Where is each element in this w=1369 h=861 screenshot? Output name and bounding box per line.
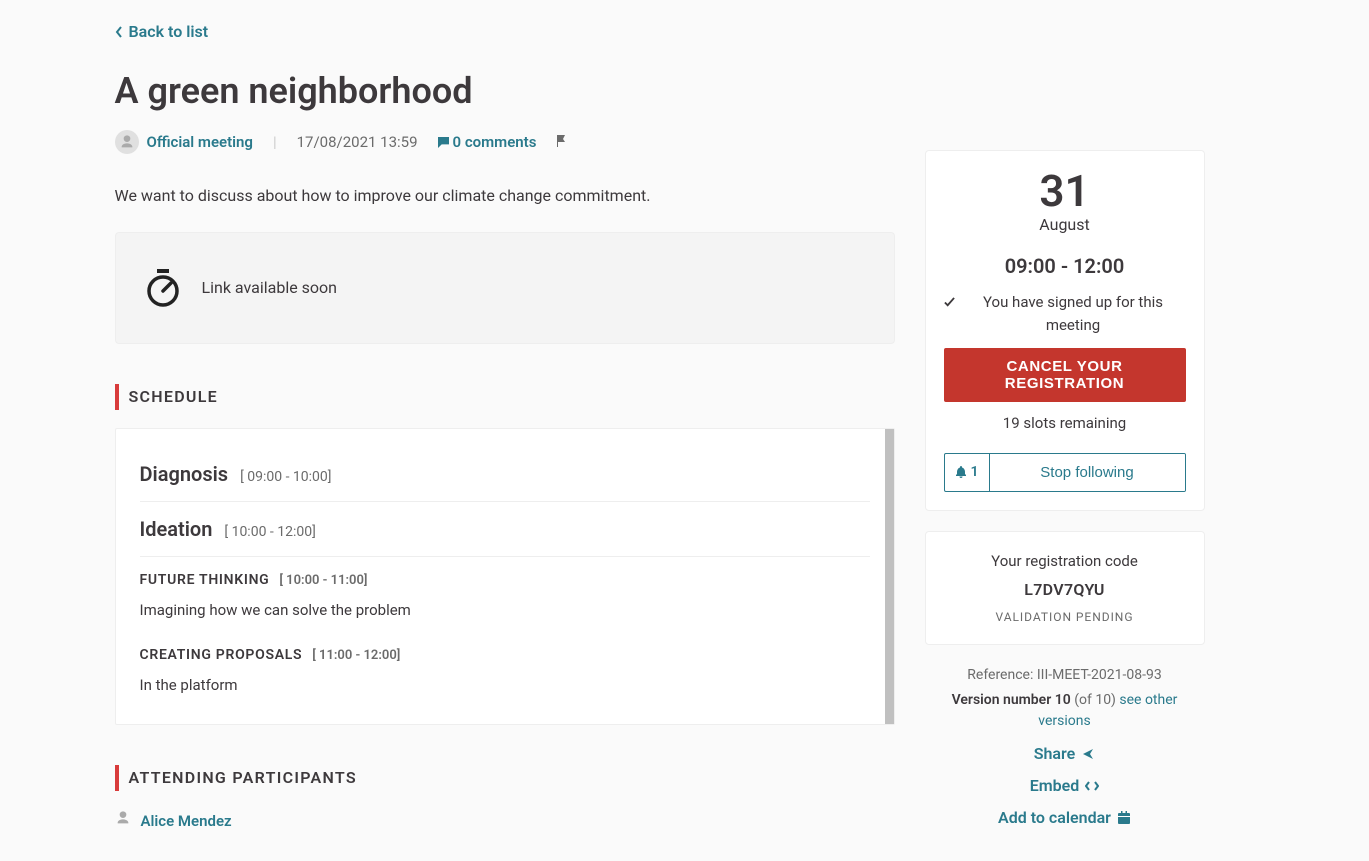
meta-line: Official meeting | 17/08/2021 13:59 0 co… — [115, 130, 895, 154]
check-icon — [944, 297, 955, 308]
comments-link[interactable]: 0 comments — [438, 131, 537, 154]
follower-count: 1 — [945, 454, 990, 491]
version-number: Version number 10 — [952, 692, 1071, 708]
reference-value: III-MEET-2021-08-93 — [1037, 667, 1162, 683]
date-day: 31 — [944, 169, 1186, 213]
schedule-sub-desc: In the platform — [140, 674, 870, 697]
schedule-scrollbar[interactable] — [885, 429, 894, 724]
chevron-left-icon — [115, 26, 123, 38]
reg-code-label: Your registration code — [944, 550, 1186, 573]
schedule-item-title: Ideation — [140, 514, 213, 544]
share-link[interactable]: Share — [1034, 742, 1096, 766]
comment-icon — [438, 137, 449, 148]
back-to-list-link[interactable]: Back to list — [115, 20, 209, 44]
flag-button[interactable] — [556, 131, 568, 154]
date-card: 31 August 09:00 - 12:00 You have signed … — [925, 150, 1205, 511]
schedule-sub-time: [ 11:00 - 12:00] — [312, 648, 400, 663]
description: We want to discuss about how to improve … — [115, 184, 895, 208]
timer-icon — [146, 269, 180, 307]
link-available-box: Link available soon — [115, 232, 895, 344]
schedule-item-title: Diagnosis — [140, 459, 229, 489]
add-to-calendar-link[interactable]: Add to calendar — [998, 806, 1131, 830]
schedule-sub-desc: Imagining how we can solve the problem — [140, 599, 870, 622]
schedule-sub-title: CREATING PROPOSALS — [140, 645, 303, 666]
participant-avatar — [115, 809, 131, 833]
page-title: A green neighborhood — [115, 64, 895, 118]
registration-code-card: Your registration code L7DV7QYU VALIDATI… — [925, 531, 1205, 646]
reference-block: Reference: III-MEET-2021-08-93 Version n… — [925, 665, 1205, 732]
author-avatar — [115, 130, 139, 154]
schedule-sub-title: FUTURE THINKING — [140, 570, 270, 591]
reg-code: L7DV7QYU — [944, 578, 1186, 602]
participant-link[interactable]: Alice Mendez — [141, 810, 232, 833]
participant-row: Alice Mendez — [115, 809, 895, 833]
back-link-label: Back to list — [129, 20, 209, 44]
link-box-text: Link available soon — [202, 276, 338, 300]
schedule-card: Diagnosis [ 09:00 - 10:00] Ideation [ 10… — [115, 428, 895, 725]
reg-status: VALIDATION PENDING — [944, 608, 1186, 626]
schedule-item-time: [ 10:00 - 12:00] — [224, 524, 315, 540]
signed-up-text: You have signed up for this meeting — [944, 291, 1186, 336]
flag-icon — [556, 135, 568, 147]
date-month: August — [944, 213, 1186, 237]
share-icon — [1081, 747, 1095, 761]
participants-heading: ATTENDING PARTICIPANTS — [115, 765, 895, 791]
stop-following-button[interactable]: Stop following — [990, 454, 1185, 491]
calendar-icon — [1117, 811, 1131, 825]
date-time: 09:00 - 12:00 — [944, 251, 1186, 281]
schedule-item-time: [ 09:00 - 10:00] — [240, 469, 331, 485]
author-link[interactable]: Official meeting — [147, 131, 253, 154]
slots-remaining: 19 slots remaining — [944, 412, 1186, 435]
embed-link[interactable]: Embed — [1030, 774, 1100, 798]
schedule-heading: SCHEDULE — [115, 384, 895, 410]
cancel-registration-button[interactable]: CANCEL YOUR REGISTRATION — [944, 348, 1186, 402]
bell-icon — [955, 466, 967, 478]
meta-date: 17/08/2021 13:59 — [297, 131, 418, 154]
code-icon — [1085, 779, 1099, 793]
schedule-sub-time: [ 10:00 - 11:00] — [279, 573, 367, 588]
